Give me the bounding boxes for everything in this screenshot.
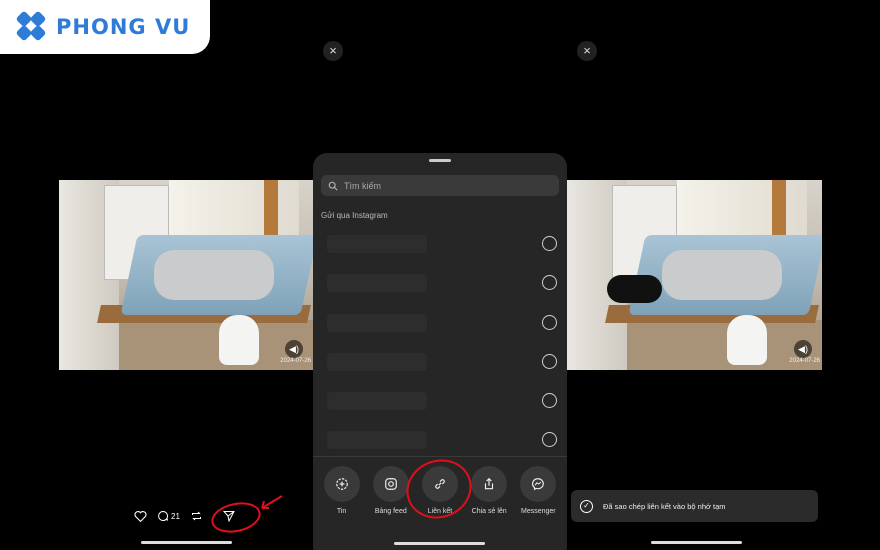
select-radio[interactable] — [542, 353, 557, 369]
annotation-arrow-icon — [261, 495, 283, 509]
comment-icon — [158, 510, 168, 521]
logo-mark-icon — [15, 10, 48, 42]
search-input[interactable]: Tìm kiếm — [321, 175, 559, 196]
share-action-label: Messenger — [521, 508, 556, 515]
share-icon — [471, 466, 508, 502]
share-action-messenger[interactable]: Messenger — [514, 466, 562, 515]
repost-button[interactable] — [190, 510, 203, 522]
share-action-story[interactable]: Tin — [318, 466, 366, 515]
search-icon — [328, 181, 338, 191]
close-icon[interactable]: × — [577, 41, 597, 61]
annotation-circle — [208, 498, 264, 537]
video-player-left[interactable]: ◀) 2024-07-26 — [59, 180, 313, 370]
camera-timestamp: 2024-07-26 — [280, 358, 311, 364]
contact-blurred — [327, 392, 427, 411]
contact-row[interactable] — [313, 225, 567, 264]
contact-list — [313, 225, 567, 461]
contact-row[interactable] — [313, 343, 567, 382]
divider — [313, 456, 567, 457]
contact-blurred — [327, 313, 427, 332]
select-radio[interactable] — [542, 432, 557, 448]
share-action-label: Chia sẻ lên — [471, 508, 507, 515]
toast-message: Đã sao chép liên kết vào bộ nhớ tạm — [603, 501, 726, 511]
close-icon[interactable]: × — [323, 41, 343, 61]
share-action-label: Tin — [336, 508, 347, 515]
video-frame — [662, 250, 782, 300]
contact-blurred — [327, 235, 427, 253]
select-radio[interactable] — [542, 393, 557, 409]
select-radio[interactable] — [542, 275, 557, 291]
share-action-label: Bảng feed — [374, 508, 407, 515]
like-button[interactable] — [134, 510, 147, 522]
contact-blurred — [327, 431, 427, 450]
sheet-grabber[interactable] — [429, 159, 451, 162]
contact-row[interactable] — [313, 421, 567, 460]
comment-count: 21 — [171, 511, 180, 521]
contact-row[interactable] — [313, 264, 567, 303]
share-action-share-to[interactable]: Chia sẻ lên — [465, 466, 513, 515]
contact-row[interactable] — [313, 304, 567, 343]
check-circle-icon: ✓ — [580, 499, 593, 513]
home-indicator — [141, 541, 232, 544]
home-indicator — [651, 541, 742, 544]
messenger-icon — [520, 466, 557, 502]
contact-blurred — [327, 352, 427, 371]
toast-notification: ✓ Đã sao chép liên kết vào bộ nhớ tạm — [571, 490, 818, 522]
contact-blurred — [327, 274, 427, 293]
video-player-right[interactable]: ◀) 2024-07-26 — [567, 180, 822, 370]
home-indicator — [394, 542, 485, 545]
section-label: Gửi qua Instagram — [321, 211, 388, 220]
heart-icon — [134, 511, 147, 522]
camera-timestamp: 2024-07-26 — [789, 358, 820, 364]
video-frame — [727, 315, 767, 365]
video-frame — [677, 180, 807, 240]
video-frame — [219, 315, 259, 365]
volume-icon[interactable]: ◀) — [794, 340, 812, 358]
brand-name: PHONG VU — [56, 15, 191, 39]
video-frame — [154, 250, 274, 300]
repost-icon — [191, 511, 201, 521]
select-radio[interactable] — [542, 236, 557, 251]
video-frame — [169, 180, 299, 240]
instagram-icon — [372, 466, 409, 502]
contact-row[interactable] — [313, 382, 567, 421]
search-placeholder: Tìm kiếm — [344, 180, 381, 191]
add-story-icon — [323, 466, 360, 502]
video-frame — [607, 275, 662, 303]
comment-button[interactable]: 21 — [157, 510, 180, 522]
select-radio[interactable] — [542, 314, 557, 330]
volume-icon[interactable]: ◀) — [285, 340, 303, 358]
brand-logo: PHONG VU — [0, 0, 210, 54]
